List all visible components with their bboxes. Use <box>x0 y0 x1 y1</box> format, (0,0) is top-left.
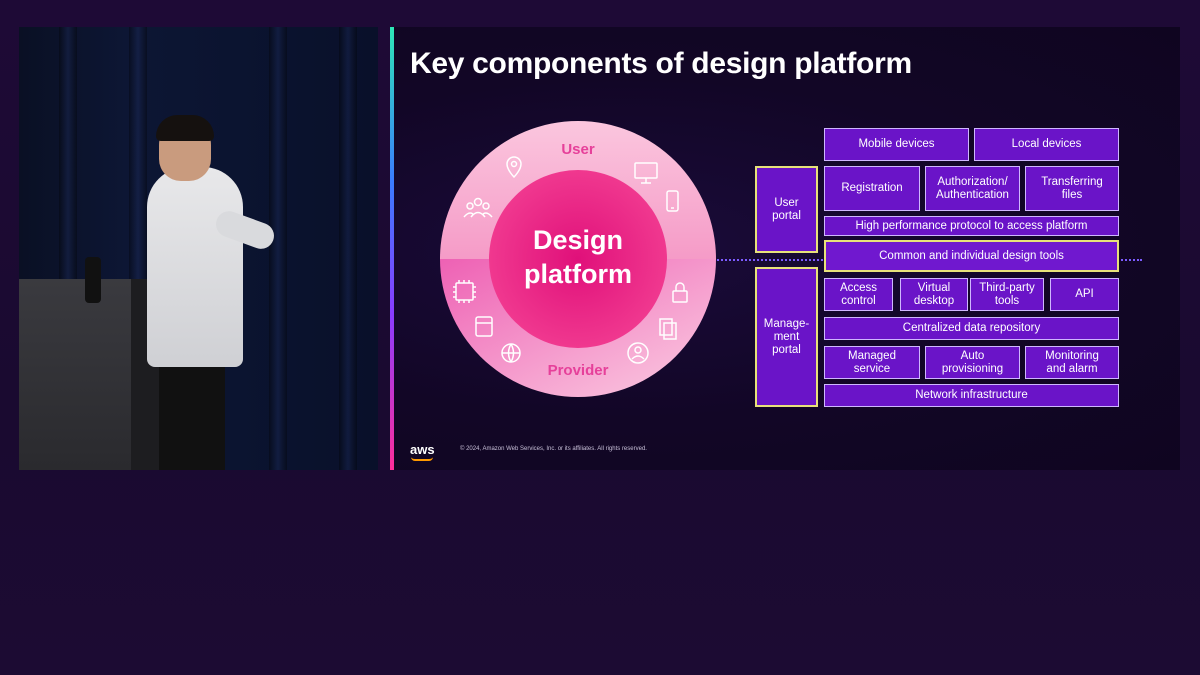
virtual-desktop-box: Virtual desktop <box>900 278 968 311</box>
copyright-text: © 2024, Amazon Web Services, Inc. or its… <box>460 446 647 452</box>
aws-smile-icon <box>411 457 433 461</box>
slide-accent-bar <box>390 27 394 470</box>
platform-circle: Design platform User Provider <box>440 121 716 397</box>
speaker-legs <box>159 365 225 470</box>
registration-box: Registration <box>824 166 920 211</box>
high-performance-protocol-box: High performance protocol to access plat… <box>824 216 1119 236</box>
monitoring-box: Monitoring and alarm <box>1025 346 1119 379</box>
curtain-fold <box>269 27 287 470</box>
authentication-box: Authorization/ Authentication <box>925 166 1020 211</box>
data-repository-box: Centralized data repository <box>824 317 1119 340</box>
user-label: User <box>561 141 595 158</box>
core-label-line2: platform <box>524 259 632 289</box>
speaker-video <box>19 27 378 470</box>
mobile-devices-box: Mobile devices <box>824 128 969 161</box>
transferring-files-box: Transferring files <box>1025 166 1119 211</box>
design-tools-box: Common and individual design tools <box>824 240 1119 272</box>
aws-logo: aws <box>410 442 435 457</box>
microphone <box>85 257 101 303</box>
managed-service-box: Managed service <box>824 346 920 379</box>
slide-title: Key components of design platform <box>410 47 912 80</box>
management-portal: Manage- ment portal <box>755 267 818 407</box>
core-label-line1: Design <box>533 225 623 255</box>
third-party-tools-box: Third-party tools <box>970 278 1044 311</box>
network-infrastructure-box: Network infrastructure <box>824 384 1119 407</box>
access-control-box: Access control <box>824 278 893 311</box>
local-devices-box: Local devices <box>974 128 1119 161</box>
provider-label: Provider <box>548 362 609 379</box>
curtain-fold <box>339 27 357 470</box>
speaker-body <box>147 167 243 367</box>
slide: Key components of design platform Design… <box>390 27 1180 470</box>
speaker-hair <box>156 115 214 141</box>
user-portal: User portal <box>755 166 818 253</box>
podium <box>19 279 145 470</box>
api-box: API <box>1050 278 1119 311</box>
auto-provisioning-box: Auto provisioning <box>925 346 1020 379</box>
